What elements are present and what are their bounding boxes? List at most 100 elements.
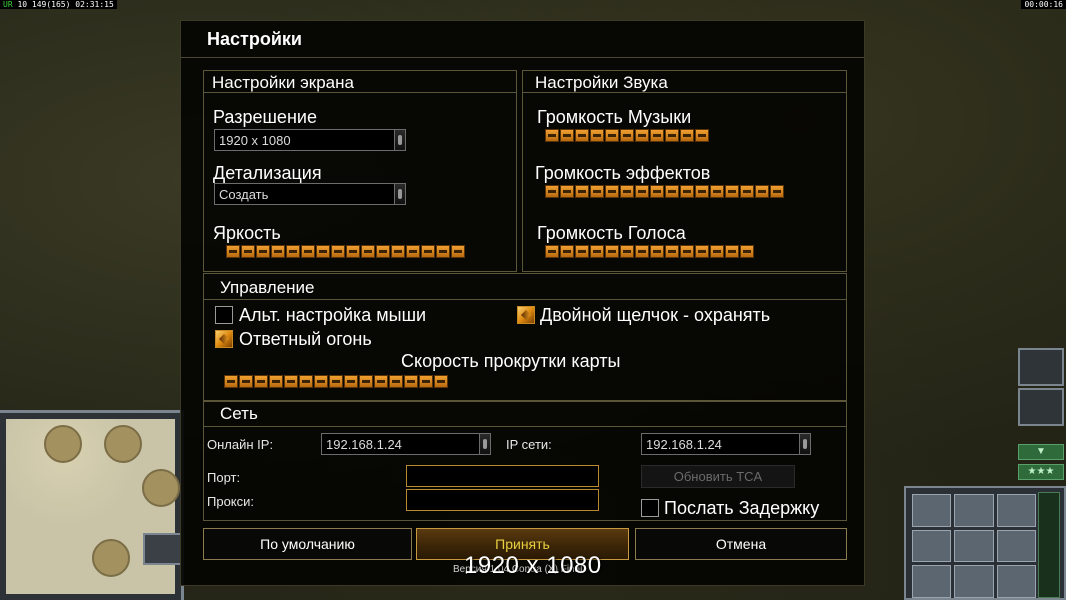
slider-segment [725,185,739,198]
radar-corner-button[interactable] [143,533,183,565]
build-slot[interactable] [912,529,952,563]
slider-segment [620,129,634,142]
slider-segment [389,375,403,388]
slider-segment [331,245,345,258]
lan-ip-scroll-icon[interactable] [799,434,810,454]
slider-segment [314,375,328,388]
slider-segment [254,375,268,388]
radar-compass-icon[interactable] [1018,388,1064,426]
music-volume-slider[interactable] [545,129,709,142]
slider-segment [605,129,619,142]
dialog-title: Настройки [207,29,302,49]
double-click-guard-checkbox[interactable] [517,306,535,324]
proxy-input[interactable] [406,489,599,511]
slider-segment [635,185,649,198]
slider-segment [695,245,709,258]
minimap-base-marker [44,425,82,463]
slider-segment [755,185,769,198]
slider-segment [226,245,240,258]
debug-stats-bar: UR 10 149(165) 02:31:15 [0,0,117,9]
slider-segment [284,375,298,388]
detail-select[interactable]: Создать [214,183,406,205]
resolution-select[interactable]: 1920 x 1080 [214,129,406,151]
slider-segment [665,185,679,198]
cancel-button[interactable]: Отмена [635,528,847,560]
slider-segment [391,245,405,258]
resolution-scroll-icon[interactable] [394,130,405,150]
slider-segment [710,185,724,198]
effects-volume-label: Громкость эффектов [535,163,711,183]
brightness-slider[interactable] [226,245,465,258]
slider-segment [421,245,435,258]
port-input[interactable] [406,465,599,487]
alt-mouse-label: Альт. настройка мыши [239,305,427,325]
online-ip-scroll-icon[interactable] [479,434,490,454]
online-ip-select[interactable]: 192.168.1.24 [321,433,491,455]
online-ip-label: Онлайн IP: [207,437,274,452]
effects-volume-slider[interactable] [545,185,784,198]
slider-segment [346,245,360,258]
slider-segment [560,129,574,142]
build-slot[interactable] [912,565,952,598]
slider-segment [590,129,604,142]
detail-scroll-icon[interactable] [394,184,405,204]
rank-stars-icon: ★★★ [1018,464,1064,480]
slider-segment [740,245,754,258]
group-header: Сеть [204,402,846,427]
radar-minimap[interactable] [0,410,184,600]
voice-volume-slider[interactable] [545,245,754,258]
slider-segment [575,185,589,198]
slider-segment [590,245,604,258]
build-slot[interactable] [996,529,1036,563]
slider-segment [241,245,255,258]
sound-settings-group: Настройки Звука Громкость Музыки Громкос… [522,70,847,272]
resolution-overlay: 1920 x 1080 [464,552,602,579]
build-slot[interactable] [954,529,994,563]
slider-segment [590,185,604,198]
slider-segment [680,185,694,198]
alt-mouse-checkbox[interactable] [215,306,233,324]
slider-segment [286,245,300,258]
port-label: Порт: [207,470,241,485]
scroll-speed-slider[interactable] [224,375,448,388]
default-settings-button[interactable]: По умолчанию [203,528,412,560]
slider-segment [575,129,589,142]
slider-segment [256,245,270,258]
build-slot[interactable] [996,565,1036,598]
unit-portrait-icon[interactable] [1018,348,1064,386]
unit-build-panel [904,486,1066,600]
slider-segment [299,375,313,388]
slider-segment [359,375,373,388]
slider-segment [605,185,619,198]
update-tca-button[interactable]: Обновить TCA [641,465,795,488]
return-fire-label: Ответный огонь [239,329,372,349]
lan-ip-select[interactable]: 192.168.1.24 [641,433,811,455]
chevron-down-icon[interactable]: ▼ [1018,444,1064,460]
group-header: Управление [204,274,846,300]
build-slot[interactable] [954,565,994,598]
command-side-bar: ▼ ★★★ [1014,346,1066,486]
return-fire-checkbox[interactable] [215,330,233,348]
build-slot[interactable] [954,494,994,527]
slider-segment [361,245,375,258]
detail-value: Создать [219,187,269,202]
debug-stats: 10 149(165) 02:31:15 [12,0,114,9]
display-group-title: Настройки экрана [212,73,354,92]
detail-label: Детализация [213,163,322,183]
send-delay-label: Послать Задержку [664,498,820,518]
slider-segment [680,129,694,142]
send-delay-checkbox[interactable] [641,499,659,517]
slider-segment [545,129,559,142]
sound-group-title: Настройки Звука [535,73,668,92]
slider-segment [406,245,420,258]
scroll-speed-label: Скорость прокрутки карты [401,351,621,371]
minimap-base-marker [142,469,180,507]
build-slot[interactable] [912,494,952,527]
fps-tag: UR [3,0,13,9]
title-divider [181,57,864,58]
slider-segment [650,245,664,258]
display-settings-group: Настройки экрана Разрешение 1920 x 1080 … [203,70,517,272]
slider-segment [451,245,465,258]
build-slot[interactable] [996,494,1036,527]
music-volume-label: Громкость Музыки [537,107,692,127]
